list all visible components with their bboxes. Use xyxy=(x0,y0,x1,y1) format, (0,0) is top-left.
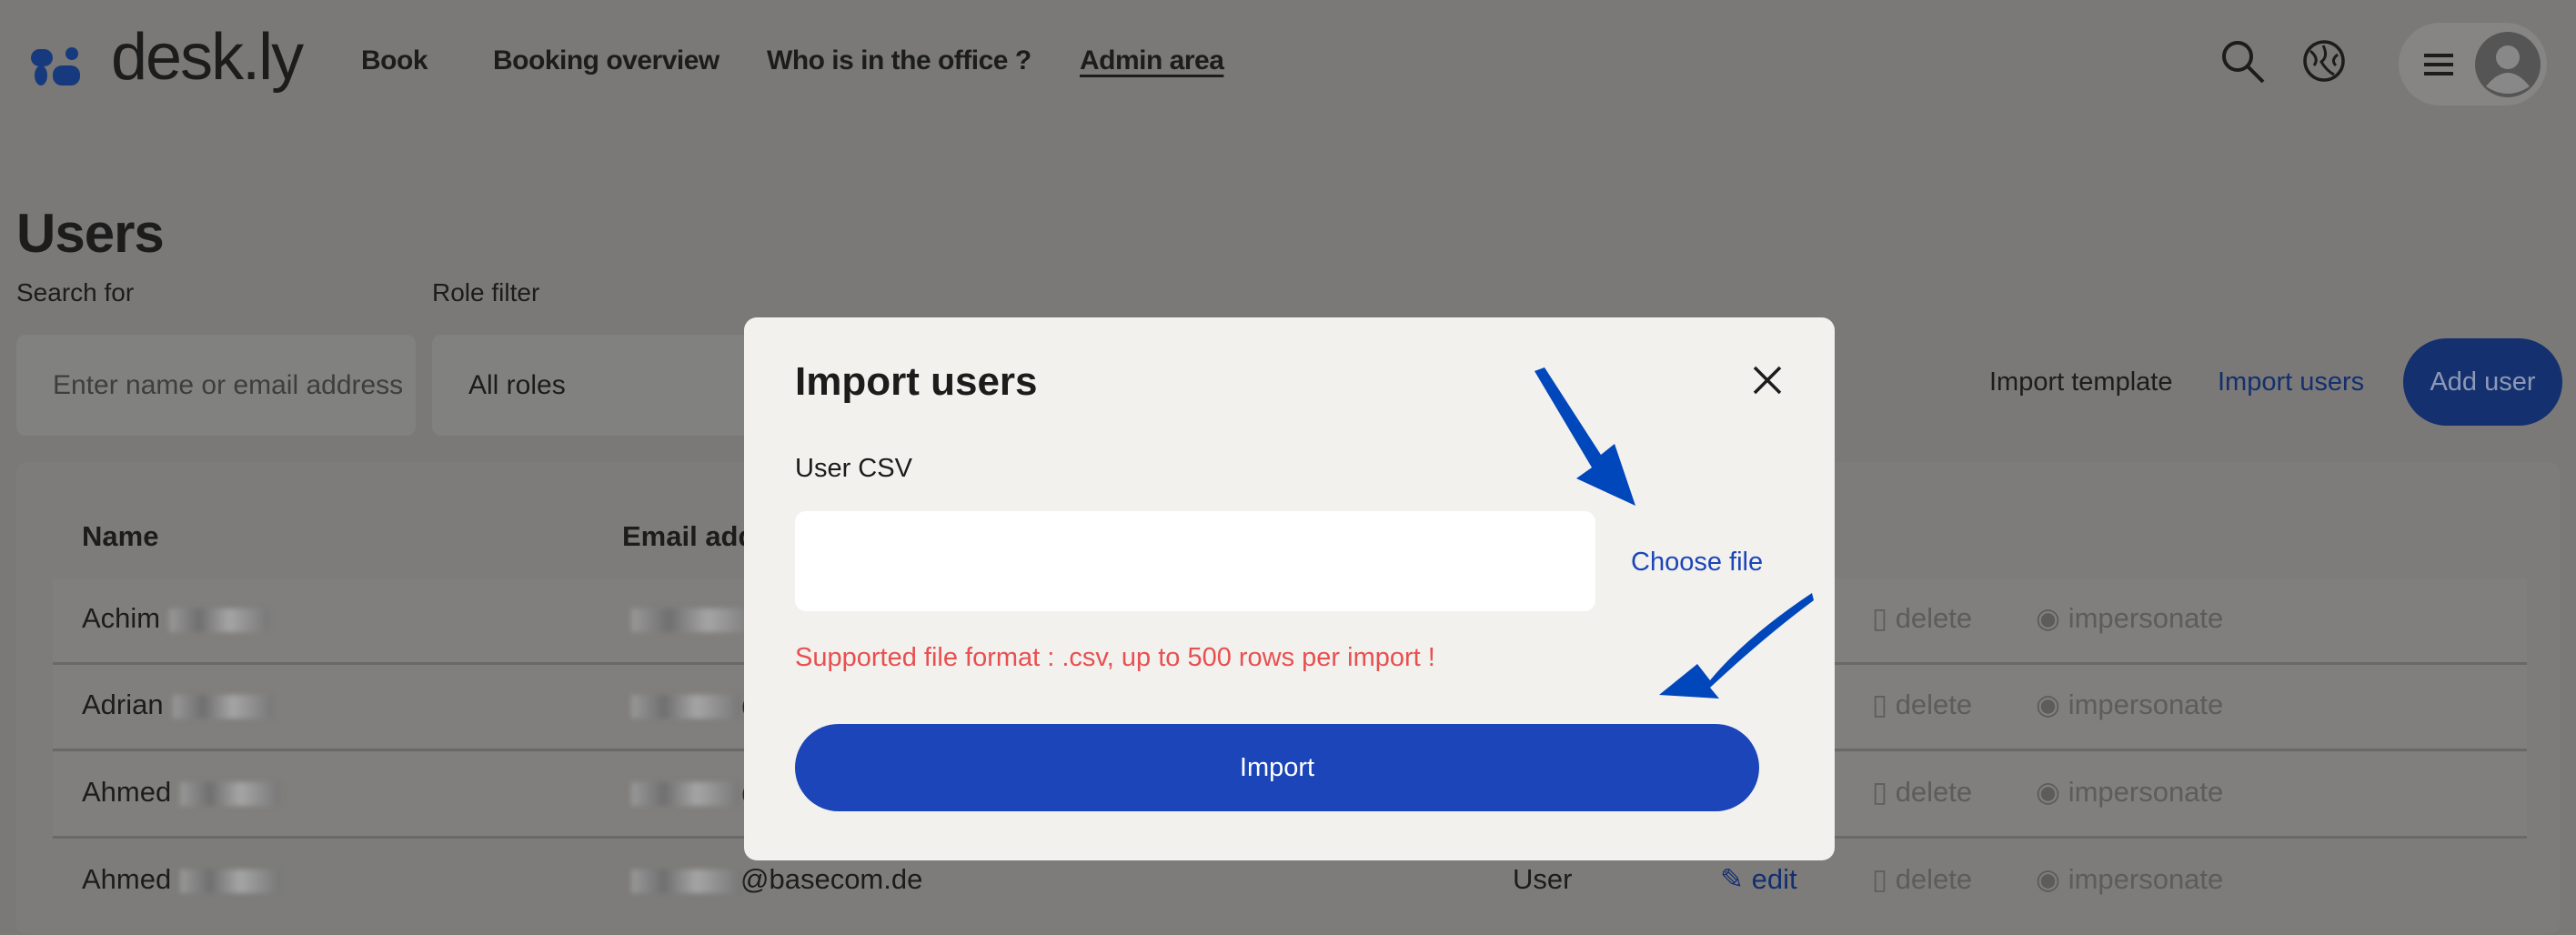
arrow-icon xyxy=(1535,367,1635,506)
arrow-icon xyxy=(1659,593,1814,699)
annotation-arrows xyxy=(1535,367,1814,699)
